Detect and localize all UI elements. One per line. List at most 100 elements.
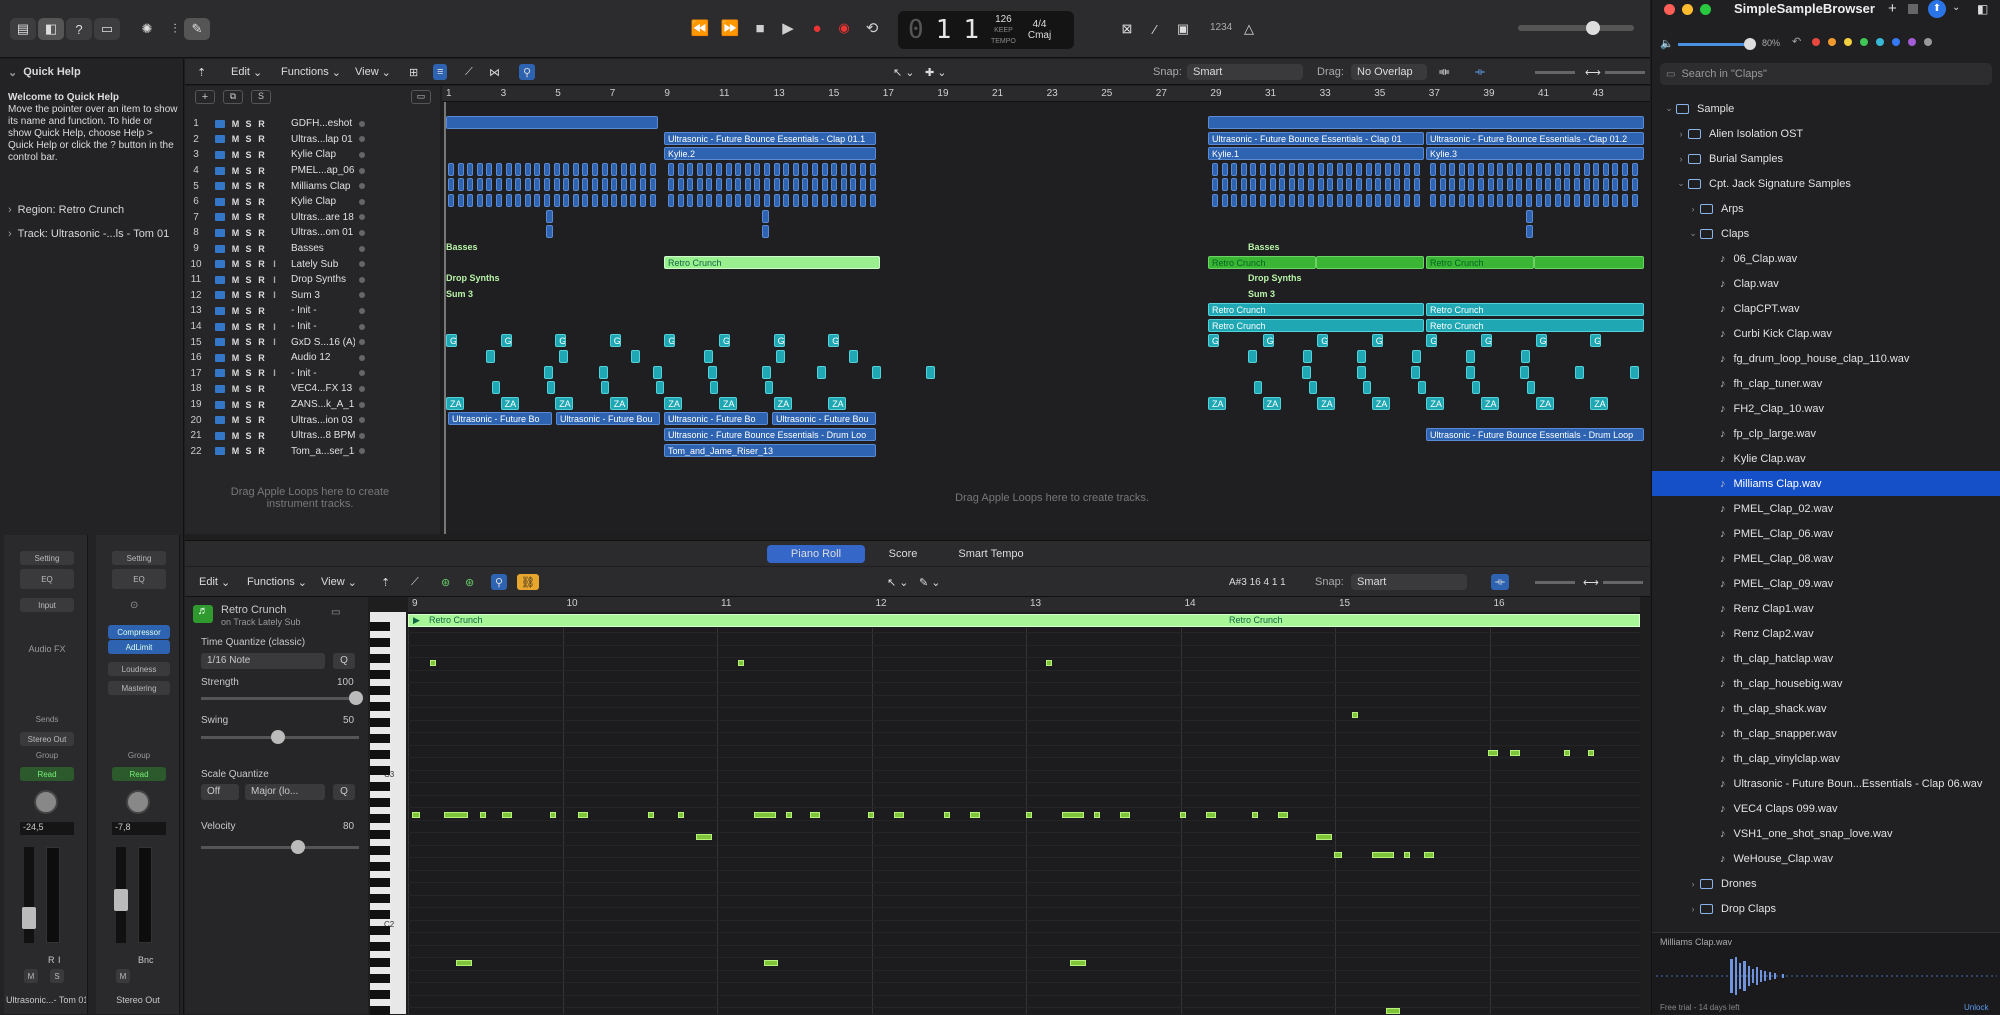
pr-horizontal-zoom-slider[interactable] (1603, 581, 1643, 584)
region-clap-hit[interactable] (812, 178, 818, 192)
black-key[interactable] (370, 734, 390, 743)
tab-score[interactable]: Score (875, 545, 931, 563)
region-clap-hit[interactable] (1346, 178, 1353, 192)
region-clap-hit[interactable] (467, 194, 474, 207)
strip-setting-button[interactable]: Setting (20, 551, 74, 565)
region-clap-hit[interactable] (725, 162, 732, 176)
region-clap-hit[interactable] (1602, 194, 1609, 207)
region-clap-hit[interactable] (1375, 194, 1382, 207)
region-clap-hit[interactable] (1564, 194, 1571, 207)
midi-note[interactable] (444, 812, 468, 818)
region-clap-hit[interactable] (496, 178, 502, 192)
pr-vertical-zoom-slider[interactable] (1535, 581, 1575, 584)
region-snare[interactable] (546, 209, 553, 223)
midi-note[interactable] (1026, 812, 1032, 818)
region-clap-hit[interactable] (524, 162, 531, 176)
midi-note[interactable] (696, 834, 712, 840)
region-clap-hit[interactable] (1260, 162, 1266, 176)
track-row[interactable]: 17 M S R I - Init - (185, 366, 440, 382)
midi-note[interactable] (1372, 852, 1394, 858)
region-za[interactable]: ZA (1426, 396, 1445, 410)
region-init-hit[interactable] (762, 365, 772, 379)
region-clap-hit[interactable] (448, 178, 454, 192)
region-clap-hit[interactable] (640, 162, 646, 176)
region-clap-hit[interactable] (1404, 178, 1410, 192)
region-clap-hit[interactable] (1602, 162, 1609, 176)
region-audio-hit[interactable] (1357, 350, 1367, 363)
region-clap-hit[interactable] (505, 178, 512, 192)
zoom-window-button[interactable] (1700, 4, 1711, 15)
track-s-button[interactable]: S (242, 166, 255, 176)
region-clap-hit[interactable] (476, 178, 483, 192)
pr-back-icon[interactable]: ⇡ (381, 574, 390, 590)
region-clap-hit[interactable] (1346, 162, 1353, 176)
sample-file[interactable]: ♪ 06_Clap.wav (1652, 246, 2000, 271)
track-r-button[interactable]: R (255, 306, 268, 316)
region-clap-hit[interactable] (1221, 194, 1228, 207)
midi-note[interactable] (412, 812, 420, 818)
region-g-hit[interactable]: G (664, 334, 676, 348)
track-m-button[interactable]: M (229, 446, 242, 456)
midi-note[interactable] (1252, 812, 1258, 818)
lcd-display[interactable]: 0 1 1 126 KEEP TEMPO 4/4 Cmaj (898, 11, 1074, 49)
region-init-hit[interactable] (598, 365, 608, 379)
sample-file[interactable]: ♪ PMEL_Clap_08.wav (1652, 546, 2000, 571)
region-clap-hit[interactable] (534, 194, 541, 207)
region-clap-hit[interactable] (850, 178, 857, 192)
region-clap-hit[interactable] (1288, 194, 1295, 207)
region-retro-crunch-teal[interactable]: Retro Crunch (1426, 303, 1644, 317)
region-clap-hit[interactable] (1394, 178, 1401, 192)
arrange-area[interactable]: 1 3 5 7 9 11 13 15 17 19 21 23 25 27 29 31 33 35 37 39 41 43 … (442, 86, 1650, 534)
track-row[interactable]: 14 M S R I - Init - (185, 319, 440, 335)
track-s-button[interactable]: S (242, 337, 255, 347)
region-g-hit[interactable]: G (828, 334, 840, 348)
region-retro-crunch[interactable] (1534, 256, 1644, 270)
track-r-button[interactable]: R (255, 244, 268, 254)
track-r-button[interactable]: R (255, 415, 268, 425)
region-clap-hit[interactable] (1583, 162, 1590, 176)
region-clap-hit[interactable] (592, 178, 598, 192)
region-clap-hit[interactable] (1356, 194, 1362, 207)
region-g-hit[interactable]: G (555, 334, 567, 348)
plugin-mastering[interactable]: Mastering (108, 681, 170, 695)
region-clap-hit[interactable] (582, 162, 589, 176)
region-clap-hit[interactable] (1250, 194, 1257, 207)
tree-folder[interactable]: › Alien Isolation OST (1652, 121, 2000, 146)
color-filter-dot[interactable] (1828, 38, 1836, 46)
region-clap-hit[interactable] (563, 178, 570, 192)
track-s-button[interactable]: S (242, 150, 255, 160)
region-clap-hit[interactable] (1622, 162, 1628, 176)
region-gdfh-2[interactable] (1208, 116, 1644, 129)
region-clap-hit[interactable] (1593, 162, 1600, 176)
horizontal-zoom-slider[interactable] (1605, 71, 1645, 74)
region-clap-hit[interactable] (1394, 162, 1401, 176)
pr-link-icon[interactable]: ⛓ (517, 574, 539, 590)
region-za[interactable]: ZA (1262, 396, 1281, 410)
plugin-compressor[interactable]: Compressor (108, 625, 170, 639)
midi-note[interactable] (810, 812, 820, 818)
track-name[interactable]: Ultras...om 01 (291, 227, 355, 238)
region-za[interactable]: ZA (1208, 396, 1226, 410)
region-clap-hit[interactable] (850, 194, 857, 207)
strip-input-monitor-button[interactable]: I (58, 955, 61, 965)
track-r-button[interactable]: R (255, 166, 268, 176)
midi-note[interactable] (578, 812, 588, 818)
region-clap-hit[interactable] (1564, 162, 1571, 176)
region-clap-hit[interactable] (1516, 162, 1523, 176)
track-m-button[interactable]: M (229, 337, 242, 347)
region-clap-hit[interactable] (1535, 194, 1542, 207)
region-clap-hit[interactable] (812, 162, 818, 176)
region-clap-hit[interactable] (1317, 162, 1324, 176)
region-clap-hit[interactable] (457, 194, 464, 207)
strip2-mute-button[interactable]: M (116, 969, 130, 983)
track-s-button[interactable]: S (242, 353, 255, 363)
region-za[interactable]: ZA (500, 396, 519, 410)
strip2-fader-track[interactable] (114, 847, 128, 943)
region-future-bounce[interactable]: Ultrasonic - Future Bo (664, 412, 768, 426)
region-clap-hit[interactable] (869, 194, 876, 207)
track-s-button[interactable]: S (242, 400, 255, 410)
sidebar-icon[interactable] (1908, 4, 1918, 14)
close-window-button[interactable] (1664, 4, 1675, 15)
region-snare[interactable] (762, 209, 769, 223)
midi-note[interactable] (764, 960, 778, 966)
